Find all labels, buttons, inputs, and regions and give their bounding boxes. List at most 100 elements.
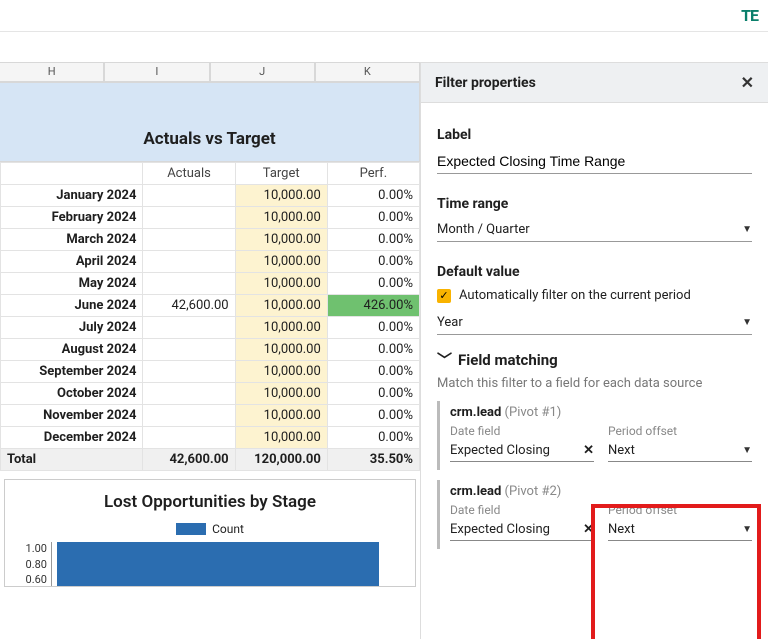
actuals-cell[interactable]: 42,600.00 (143, 295, 235, 317)
perf-cell[interactable]: 0.00% (327, 251, 419, 273)
field-matching-toggle[interactable]: ﹀ Field matching (437, 349, 752, 370)
total-perf[interactable]: 35.50% (327, 449, 419, 471)
actuals-cell[interactable] (143, 273, 235, 295)
table-row[interactable]: January 2024 10,000.000.00% (1, 185, 420, 207)
actuals-cell[interactable] (143, 427, 235, 449)
actuals-cell[interactable] (143, 185, 235, 207)
perf-cell[interactable]: 0.00% (327, 207, 419, 229)
target-cell[interactable]: 10,000.00 (235, 229, 327, 251)
actuals-cell[interactable] (143, 317, 235, 339)
actuals-cell[interactable] (143, 383, 235, 405)
table-row[interactable]: October 2024 10,000.000.00% (1, 383, 420, 405)
row-label[interactable]: April 2024 (1, 251, 143, 273)
target-cell[interactable]: 10,000.00 (235, 317, 327, 339)
target-cell[interactable]: 10,000.00 (235, 251, 327, 273)
table-row[interactable]: March 2024 10,000.000.00% (1, 229, 420, 251)
perf-cell[interactable]: 0.00% (327, 361, 419, 383)
row-label[interactable]: September 2024 (1, 361, 143, 383)
actuals-cell[interactable] (143, 339, 235, 361)
perf-cell[interactable]: 0.00% (327, 273, 419, 295)
actuals-cell[interactable] (143, 405, 235, 427)
perf-cell[interactable]: 426.00% (327, 295, 419, 317)
actuals-target-table[interactable]: Actuals Target Perf. January 2024 10,000.… (0, 162, 420, 471)
col-header[interactable]: J (210, 62, 315, 82)
label-input[interactable] (437, 149, 752, 174)
row-label[interactable]: July 2024 (1, 317, 143, 339)
bar (57, 542, 379, 586)
row-label[interactable]: June 2024 (1, 295, 143, 317)
table-row[interactable]: February 2024 10,000.000.00% (1, 207, 420, 229)
target-cell[interactable]: 10,000.00 (235, 185, 327, 207)
target-cell[interactable]: 10,000.00 (235, 427, 327, 449)
col-header[interactable]: K (315, 62, 420, 82)
table-row[interactable]: August 2024 10,000.000.00% (1, 339, 420, 361)
perf-cell[interactable]: 0.00% (327, 185, 419, 207)
perf-cell[interactable]: 0.00% (327, 229, 419, 251)
period-select[interactable]: Year ▼ (437, 311, 752, 335)
table-row[interactable]: December 2024 10,000.000.00% (1, 427, 420, 449)
lost-opportunities-chart[interactable]: Lost Opportunities by Stage Count 1.00 0… (4, 479, 416, 587)
header-perf[interactable]: Perf. (327, 163, 419, 185)
time-range-select[interactable]: Month / Quarter ▼ (437, 218, 752, 242)
workspace: H I J K Actuals vs Target Actuals Target… (0, 32, 768, 639)
target-cell[interactable]: 10,000.00 (235, 207, 327, 229)
row-label[interactable]: December 2024 (1, 427, 143, 449)
panel-body: Label Time range Month / Quarter ▼ Defau… (421, 103, 768, 573)
chevron-down-icon: ﹀ (437, 349, 452, 370)
date-field-select[interactable]: Expected Closing✕ (450, 440, 594, 462)
total-actuals[interactable]: 42,600.00 (143, 449, 235, 471)
target-cell[interactable]: 10,000.00 (235, 383, 327, 405)
row-label[interactable]: March 2024 (1, 229, 143, 251)
date-field-select[interactable]: Expected Closing✕ (450, 519, 594, 541)
section-default-value: Default value (437, 264, 752, 280)
table-row[interactable]: May 2024 10,000.000.00% (1, 273, 420, 295)
row-label[interactable]: January 2024 (1, 185, 143, 207)
perf-cell[interactable]: 0.00% (327, 427, 419, 449)
row-label[interactable]: August 2024 (1, 339, 143, 361)
row-label[interactable]: October 2024 (1, 383, 143, 405)
target-cell[interactable]: 10,000.00 (235, 405, 327, 427)
row-label[interactable]: February 2024 (1, 207, 143, 229)
clear-icon[interactable]: ✕ (583, 522, 594, 537)
panel-title: Filter properties (435, 75, 536, 91)
perf-cell[interactable]: 0.00% (327, 383, 419, 405)
y-tick: 0.60 (11, 573, 47, 586)
close-icon[interactable]: ✕ (741, 73, 754, 92)
period-offset-select[interactable]: Next▼ (608, 440, 752, 462)
target-cell[interactable]: 10,000.00 (235, 361, 327, 383)
title-banner[interactable]: Actuals vs Target (0, 82, 420, 162)
total-target[interactable]: 120,000.00 (235, 449, 327, 471)
table-row[interactable]: June 202442,600.0010,000.00426.00% (1, 295, 420, 317)
pivot-block: crm.lead (Pivot #1)Date fieldExpected Cl… (437, 401, 752, 470)
target-cell[interactable]: 10,000.00 (235, 339, 327, 361)
chart-legend: Count (11, 522, 409, 536)
target-cell[interactable]: 10,000.00 (235, 273, 327, 295)
actuals-cell[interactable] (143, 207, 235, 229)
table-row[interactable]: July 2024 10,000.000.00% (1, 317, 420, 339)
clear-icon[interactable]: ✕ (583, 443, 594, 458)
actuals-cell[interactable] (143, 229, 235, 251)
period-offset-select[interactable]: Next▼ (608, 519, 752, 541)
col-header[interactable]: I (104, 62, 209, 82)
header-actuals[interactable]: Actuals (143, 163, 235, 185)
row-label[interactable]: November 2024 (1, 405, 143, 427)
table-row[interactable]: November 2024 10,000.000.00% (1, 405, 420, 427)
row-label[interactable]: May 2024 (1, 273, 143, 295)
target-cell[interactable]: 10,000.00 (235, 295, 327, 317)
total-label[interactable]: Total (1, 449, 143, 471)
col-header[interactable]: H (0, 62, 104, 82)
table-row[interactable]: April 2024 10,000.000.00% (1, 251, 420, 273)
header-target[interactable]: Target (235, 163, 327, 185)
chart-title: Lost Opportunities by Stage (11, 492, 409, 512)
auto-filter-checkbox-row[interactable]: ✓ Automatically filter on the current pe… (437, 288, 752, 303)
table-row[interactable]: September 2024 10,000.000.00% (1, 361, 420, 383)
spreadsheet[interactable]: H I J K Actuals vs Target Actuals Target… (0, 32, 420, 639)
perf-cell[interactable]: 0.00% (327, 405, 419, 427)
filter-properties-panel: Filter properties ✕ Label Time range Mon… (420, 62, 768, 639)
actuals-cell[interactable] (143, 251, 235, 273)
period-offset-label: Period offset (608, 503, 752, 517)
actuals-cell[interactable] (143, 361, 235, 383)
perf-cell[interactable]: 0.00% (327, 317, 419, 339)
perf-cell[interactable]: 0.00% (327, 339, 419, 361)
checkbox-checked-icon[interactable]: ✓ (437, 289, 451, 303)
